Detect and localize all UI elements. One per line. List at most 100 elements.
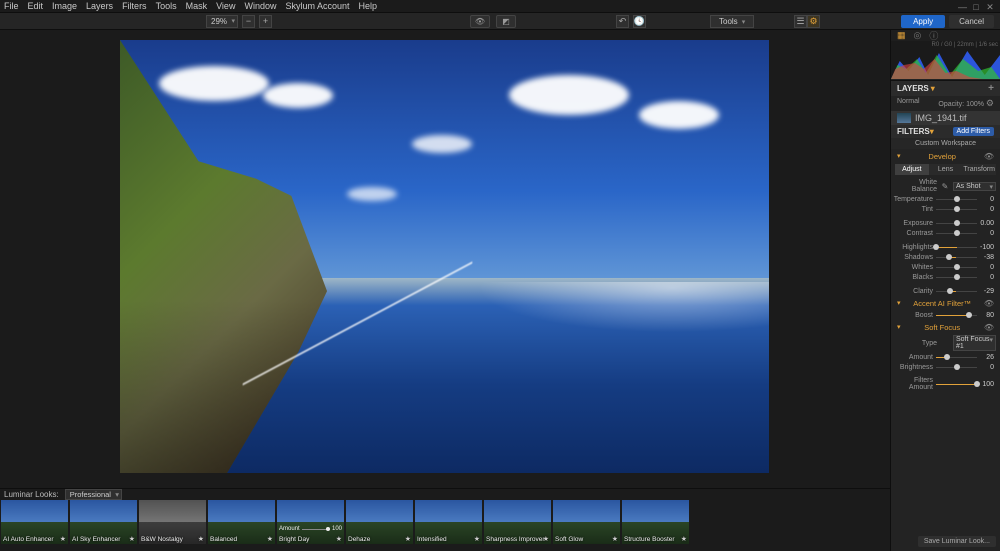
zoom-select[interactable]: 29% xyxy=(206,15,238,28)
preset-name: AI Sky Enhancer xyxy=(72,536,120,543)
develop-visibility-icon[interactable]: 👁 xyxy=(984,152,994,161)
zoom-in-button[interactable]: + xyxy=(259,15,272,28)
softfocus-amount-label: Amount xyxy=(891,354,933,361)
look-preset-dehaze[interactable]: Dehaze ★ xyxy=(346,500,413,544)
menu-filters[interactable]: Filters xyxy=(122,1,147,11)
softfocus-brightness-slider[interactable] xyxy=(936,363,977,371)
menu-account[interactable]: Skylum Account xyxy=(285,1,349,11)
menu-help[interactable]: Help xyxy=(359,1,378,11)
develop-tint-row: Tint 0 xyxy=(891,204,1000,214)
apply-button[interactable]: Apply xyxy=(901,15,945,28)
add-filters-button[interactable]: Add Filters xyxy=(953,127,994,136)
close-icon[interactable]: ✕ xyxy=(986,2,994,13)
preset-amount[interactable]: Amount100 xyxy=(279,526,342,532)
develop-whites-label: Whites xyxy=(891,264,933,271)
undo-button[interactable]: ↶ xyxy=(616,15,629,28)
develop-clarity-slider[interactable] xyxy=(936,287,977,295)
menu-image[interactable]: Image xyxy=(52,1,77,11)
develop-whites-slider[interactable] xyxy=(936,263,977,271)
softfocus-amount-slider[interactable] xyxy=(936,353,977,361)
softfocus-visibility-icon[interactable]: 👁 xyxy=(984,323,994,332)
save-look-button[interactable]: Save Luminar Look... xyxy=(918,536,996,547)
preset-fav-icon[interactable]: ★ xyxy=(267,535,273,543)
accent-visibility-icon[interactable]: 👁 xyxy=(984,299,994,308)
look-preset-ai-sky-enhancer[interactable]: AI Sky Enhancer ★ xyxy=(70,500,137,544)
histogram[interactable]: R0 / G0 | 22mm | 1/6 sec xyxy=(891,41,1000,79)
minimize-icon[interactable]: — xyxy=(958,2,966,13)
view-mode-panel-button[interactable]: ⚙ xyxy=(807,15,820,28)
add-layer-button[interactable]: + xyxy=(988,83,994,94)
preset-fav-icon[interactable]: ★ xyxy=(474,535,480,543)
menu-window[interactable]: Window xyxy=(244,1,276,11)
tools-dropdown[interactable]: Tools xyxy=(710,15,754,28)
menu-layers[interactable]: Layers xyxy=(86,1,113,11)
looks-filmstrip: AI Auto Enhancer ★ AI Sky Enhancer ★ B&W… xyxy=(0,500,890,551)
layer-opacity-value[interactable]: 100% xyxy=(966,101,984,108)
cancel-button[interactable]: Cancel xyxy=(949,15,994,28)
filters-amount-slider[interactable] xyxy=(936,380,977,388)
preset-fav-icon[interactable]: ★ xyxy=(198,535,204,543)
develop-highlights-slider[interactable] xyxy=(936,243,977,251)
preset-fav-icon[interactable]: ★ xyxy=(612,535,618,543)
preset-name: Intensified xyxy=(417,536,447,543)
develop-shadows-slider[interactable] xyxy=(936,253,977,261)
preset-fav-icon[interactable]: ★ xyxy=(543,535,549,543)
preset-fav-icon[interactable]: ★ xyxy=(129,535,135,543)
look-preset-balanced[interactable]: Balanced ★ xyxy=(208,500,275,544)
look-preset-b&w-nostalgy[interactable]: B&W Nostalgy ★ xyxy=(139,500,206,544)
look-preset-sharpness-improver[interactable]: Sharpness Improver ★ xyxy=(484,500,551,544)
look-preset-bright-day[interactable]: Amount100 Bright Day ★ xyxy=(277,500,344,544)
layers-header[interactable]: LAYERS▾ + xyxy=(891,80,1000,96)
menu-mask[interactable]: Mask xyxy=(186,1,208,11)
preview-eye-button[interactable]: 👁 xyxy=(470,15,490,28)
develop-tab-lens[interactable]: Lens xyxy=(929,164,963,175)
preset-name: Bright Day xyxy=(279,536,309,543)
history-button[interactable]: 🕓 xyxy=(633,15,646,28)
develop-tab-adjust[interactable]: Adjust xyxy=(895,164,929,175)
look-preset-soft-glow[interactable]: Soft Glow ★ xyxy=(553,500,620,544)
menu-view[interactable]: View xyxy=(216,1,235,11)
develop-highlights-label: Highlights xyxy=(891,244,933,251)
zoom-out-button[interactable]: − xyxy=(242,15,255,28)
softfocus-header[interactable]: Soft Focus👁 xyxy=(891,320,1000,334)
panel-tab-histogram-icon[interactable]: ▦ xyxy=(897,30,906,41)
maximize-icon[interactable]: □ xyxy=(972,2,980,13)
menu-tools[interactable]: Tools xyxy=(156,1,177,11)
accent-boost-slider[interactable] xyxy=(936,311,977,319)
layer-gear-icon[interactable]: ⚙ xyxy=(986,98,994,108)
develop-contrast-slider[interactable] xyxy=(936,229,977,237)
look-preset-structure-booster[interactable]: Structure Booster ★ xyxy=(622,500,689,544)
preset-fav-icon[interactable]: ★ xyxy=(336,535,342,543)
image-preview[interactable] xyxy=(120,40,769,473)
panel-tab-layers-icon[interactable]: ◎ xyxy=(914,30,922,41)
preset-fav-icon[interactable]: ★ xyxy=(60,535,66,543)
looks-category-select[interactable]: Professional xyxy=(65,489,122,500)
histogram-info: R0 / G0 | 22mm | 1/6 sec xyxy=(932,42,998,48)
softfocus-type-select[interactable]: Soft Focus #1 xyxy=(953,335,996,351)
side-panel: ▦ ◎ ⓘ R0 / G0 | 22mm | 1/6 sec LAYERS▾ +… xyxy=(890,30,1000,551)
wb-eyedropper-icon[interactable]: ✎ xyxy=(940,181,950,191)
develop-temperature-slider[interactable] xyxy=(936,195,977,203)
view-mode-info-button[interactable]: ☰ xyxy=(794,15,807,28)
develop-header[interactable]: Develop👁 xyxy=(891,149,1000,163)
develop-tint-slider[interactable] xyxy=(936,205,977,213)
workspace-select[interactable]: Custom Workspace xyxy=(891,138,1000,149)
menu-edit[interactable]: Edit xyxy=(28,1,44,11)
develop-tab-transform[interactable]: Transform xyxy=(962,164,996,175)
develop-exposure-slider[interactable] xyxy=(936,219,977,227)
layer-blend-mode[interactable]: Normal xyxy=(897,98,920,109)
look-preset-intensified[interactable]: Intensified ★ xyxy=(415,500,482,544)
menu-file[interactable]: File xyxy=(4,1,19,11)
preset-fav-icon[interactable]: ★ xyxy=(405,535,411,543)
preset-name: AI Auto Enhancer xyxy=(3,536,54,543)
develop-blacks-slider[interactable] xyxy=(936,273,977,281)
softfocus-brightness-value: 0 xyxy=(980,364,994,371)
compare-button[interactable]: ◩ xyxy=(496,15,516,28)
preset-fav-icon[interactable]: ★ xyxy=(681,535,687,543)
look-preset-ai-auto-enhancer[interactable]: AI Auto Enhancer ★ xyxy=(1,500,68,544)
wb-mode-select[interactable]: As Shot xyxy=(953,182,996,191)
develop-temperature-row: Temperature 0 xyxy=(891,194,1000,204)
layer-item[interactable]: IMG_1941.tif xyxy=(891,111,1000,125)
canvas[interactable] xyxy=(0,30,890,488)
accent-header[interactable]: Accent AI Filter™👁 xyxy=(891,296,1000,310)
